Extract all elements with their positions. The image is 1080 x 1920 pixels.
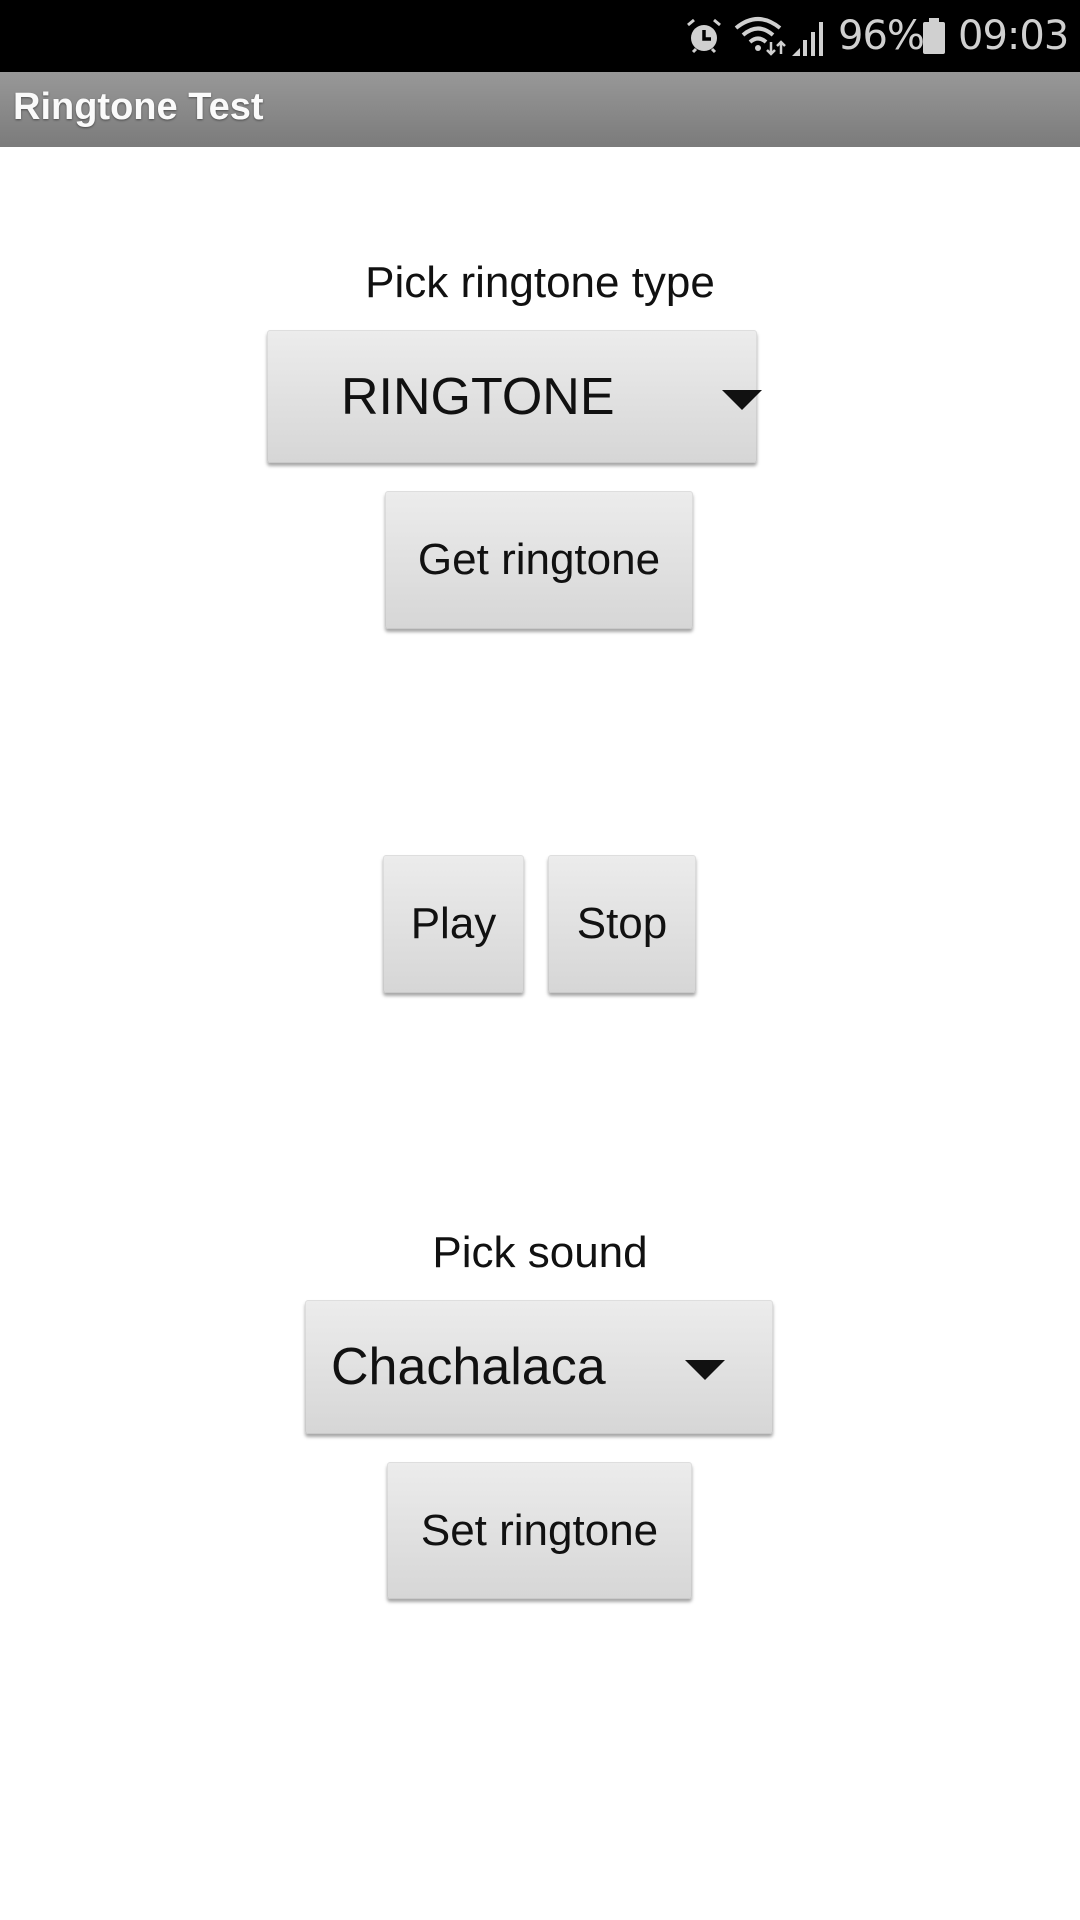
clock: 09:03 [958,13,1069,59]
app-title-bar: Ringtone Test [0,72,1080,147]
status-bar: 96% 09:03 [0,0,1080,72]
dropdown-caret-icon [722,390,762,410]
sound-spinner[interactable]: Chachalaca [305,1300,773,1434]
wifi-icon [734,0,788,72]
ringtone-type-selected: RINGTONE [341,367,615,426]
stop-button[interactable]: Stop [548,855,696,993]
battery-icon [922,0,946,72]
set-ringtone-button[interactable]: Set ringtone [387,1462,692,1599]
play-button[interactable]: Play [383,855,524,993]
alarm-icon [684,0,724,72]
ringtone-type-spinner[interactable]: RINGTONE [267,330,762,463]
battery-percent: 96% [838,13,925,59]
dropdown-caret-icon [685,1360,725,1380]
sound-selected: Chachalaca [331,1338,606,1396]
app-title: Ringtone Test [13,86,264,128]
ringtone-type-label: Pick ringtone type [365,258,715,307]
pick-sound-label: Pick sound [432,1228,648,1277]
signal-icon [790,0,826,72]
get-ringtone-button[interactable]: Get ringtone [385,491,693,629]
